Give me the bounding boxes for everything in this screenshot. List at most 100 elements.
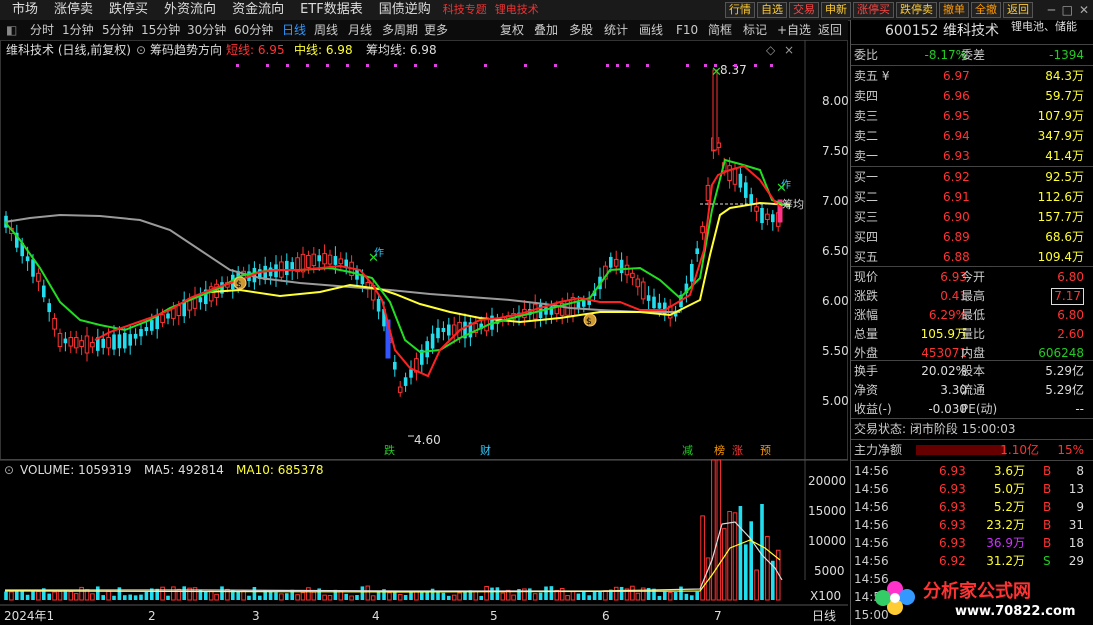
tool-mark[interactable]: 标记 <box>743 22 767 38</box>
volume-dropdown-icon[interactable]: ⊙ <box>4 463 14 477</box>
xaxis-period: 日线 <box>812 609 836 623</box>
trade-button[interactable]: 交易 <box>789 2 819 18</box>
signal-dot <box>524 64 527 67</box>
dropdown-icon[interactable]: ⊙ <box>136 43 146 57</box>
menu-etf-table[interactable]: ETF数据表 <box>292 2 371 18</box>
tool-f10[interactable]: F10 <box>676 22 698 38</box>
volume-bar <box>457 592 462 601</box>
marker-zhang[interactable]: 涨 <box>732 444 743 457</box>
menu-foreign-flow[interactable]: 外资流向 <box>156 2 224 18</box>
tab-multi-period[interactable]: 多周期 <box>382 22 418 38</box>
quote-button[interactable]: 行情 <box>725 2 755 18</box>
candle-body <box>771 214 775 223</box>
tool-simple-frame[interactable]: 简框 <box>708 22 732 38</box>
collapse-icon[interactable]: ◧ <box>6 22 17 38</box>
ma10-label: MA10: 685378 <box>236 463 324 477</box>
xtick-may: 5 <box>490 609 498 623</box>
close-icon[interactable]: ✕ <box>1079 2 1089 18</box>
volume-bar <box>139 594 143 600</box>
signal-dot <box>686 64 689 67</box>
menu-fund-flow[interactable]: 资金流向 <box>224 2 292 18</box>
tick-side: B <box>1043 518 1052 532</box>
tab-monthly[interactable]: 月线 <box>348 22 372 38</box>
signal-dot <box>554 64 557 67</box>
volume-bar <box>532 593 538 601</box>
candle-body <box>409 369 413 378</box>
volume-bar <box>300 592 306 601</box>
ytick-650: 6.50 <box>822 244 848 258</box>
ask-label: 卖一 <box>854 149 879 163</box>
kline-chart[interactable]: 维科技术 (日线,前复权) ⊙ 筹码趋势方向 短线: 6.95 中线: 6.98… <box>0 40 848 625</box>
stock-tag[interactable]: 锂电池、储能 <box>1011 18 1077 36</box>
tick-volume: 31.2万 <box>986 554 1025 568</box>
signal-dot-strip <box>236 64 773 67</box>
menu-limit-up-sell[interactable]: 涨停卖 <box>46 2 101 18</box>
tab-60min[interactable]: 60分钟 <box>234 22 273 38</box>
back-button[interactable]: 返回 <box>1003 2 1033 18</box>
promo-link-2[interactable]: 锂电技术 <box>491 2 543 18</box>
volume-bar <box>236 591 240 600</box>
tool-add-watchlist[interactable]: +自选 <box>777 22 811 38</box>
ask-price: 6.96 <box>943 89 970 103</box>
minimize-icon[interactable]: ─ <box>1048 2 1055 18</box>
tick-row: 14:56 6.92 31.2万 S 29 <box>851 552 1087 570</box>
marker-jian[interactable]: 减 <box>682 444 693 457</box>
signal-dot <box>734 64 737 67</box>
stat-row: 涨幅 6.29% 最低 6.80 <box>851 306 1087 324</box>
tab-more[interactable]: 更多 <box>424 22 448 38</box>
tick-time: 14:56 <box>854 518 889 532</box>
bid-level-3: 买三 6.90 157.7万 <box>851 208 1087 226</box>
menu-repo[interactable]: 国债逆购 <box>371 2 439 18</box>
min-price-label: 4.60 <box>414 433 441 447</box>
promo-link-1[interactable]: 科技专题 <box>439 2 491 18</box>
cancel-all-button[interactable]: 全撤 <box>971 2 1001 18</box>
tool-overlay[interactable]: 叠加 <box>534 22 558 38</box>
tick-volume: 5.0万 <box>993 482 1025 496</box>
marker-cai[interactable]: 财 <box>480 443 491 457</box>
stat-label: 总量 <box>854 327 879 341</box>
watchlist-button[interactable]: 自选 <box>757 2 787 18</box>
tab-5min[interactable]: 5分钟 <box>102 22 134 38</box>
tab-timeshare[interactable]: 分时 <box>30 22 54 38</box>
ask-label: 卖四 <box>854 89 879 103</box>
tick-volume: 5.2万 <box>993 500 1025 514</box>
tab-15min[interactable]: 15分钟 <box>141 22 180 38</box>
signal-dot <box>714 64 717 67</box>
close-pane-icon[interactable]: × <box>784 43 794 57</box>
tool-adjust[interactable]: 复权 <box>500 22 524 38</box>
marker-bang[interactable]: 榜 <box>714 443 725 457</box>
cancel-order-button[interactable]: 撤单 <box>939 2 969 18</box>
volume-bar <box>754 569 759 601</box>
quote-panel: 600152 维科技术 锂电池、储能 委比 -8.17% 委差 -1394 卖五… <box>850 20 1093 625</box>
tick-row: 14:56 6.93 36.9万 B 18 <box>851 534 1087 552</box>
indicator-name[interactable]: 筹码趋势方向 <box>150 42 222 57</box>
tab-daily[interactable]: 日线 <box>282 22 306 38</box>
stat-row: 收益(-) -0.030 PE(动) -- <box>851 400 1087 418</box>
tab-1min[interactable]: 1分钟 <box>62 22 94 38</box>
vol-unit: X100 <box>810 589 841 603</box>
signal-dot <box>286 64 289 67</box>
tab-weekly[interactable]: 周线 <box>314 22 338 38</box>
chart-title: 维科技术 (日线,前复权) <box>6 42 131 57</box>
tool-back[interactable]: 返回 <box>818 22 842 38</box>
mid-line-label: 中线: 6.98 <box>294 42 353 57</box>
volume-bar <box>403 594 408 600</box>
tool-stats[interactable]: 统计 <box>604 22 628 38</box>
marker-yu[interactable]: 预 <box>760 444 771 457</box>
maximize-icon[interactable]: □ <box>1062 2 1073 18</box>
menu-limit-down-buy[interactable]: 跌停买 <box>101 2 156 18</box>
diamond-icon[interactable]: ◇ <box>766 43 776 57</box>
volume-bar <box>695 591 699 600</box>
ask-price: 6.95 <box>943 109 970 123</box>
limit-up-buy-button[interactable]: 涨停买 <box>853 2 894 18</box>
volume-bar <box>603 590 608 601</box>
limit-down-sell-button[interactable]: 跌停卖 <box>896 2 937 18</box>
tool-draw[interactable]: 画线 <box>639 22 663 38</box>
tool-multi-stock[interactable]: 多股 <box>569 22 593 38</box>
volume-bar <box>166 595 170 600</box>
menu-market[interactable]: 市场 <box>4 2 46 18</box>
candle-body <box>47 303 51 313</box>
tab-30min[interactable]: 30分钟 <box>187 22 226 38</box>
marker-die[interactable]: 跌 <box>384 443 395 457</box>
ipo-button[interactable]: 申新 <box>821 2 851 18</box>
